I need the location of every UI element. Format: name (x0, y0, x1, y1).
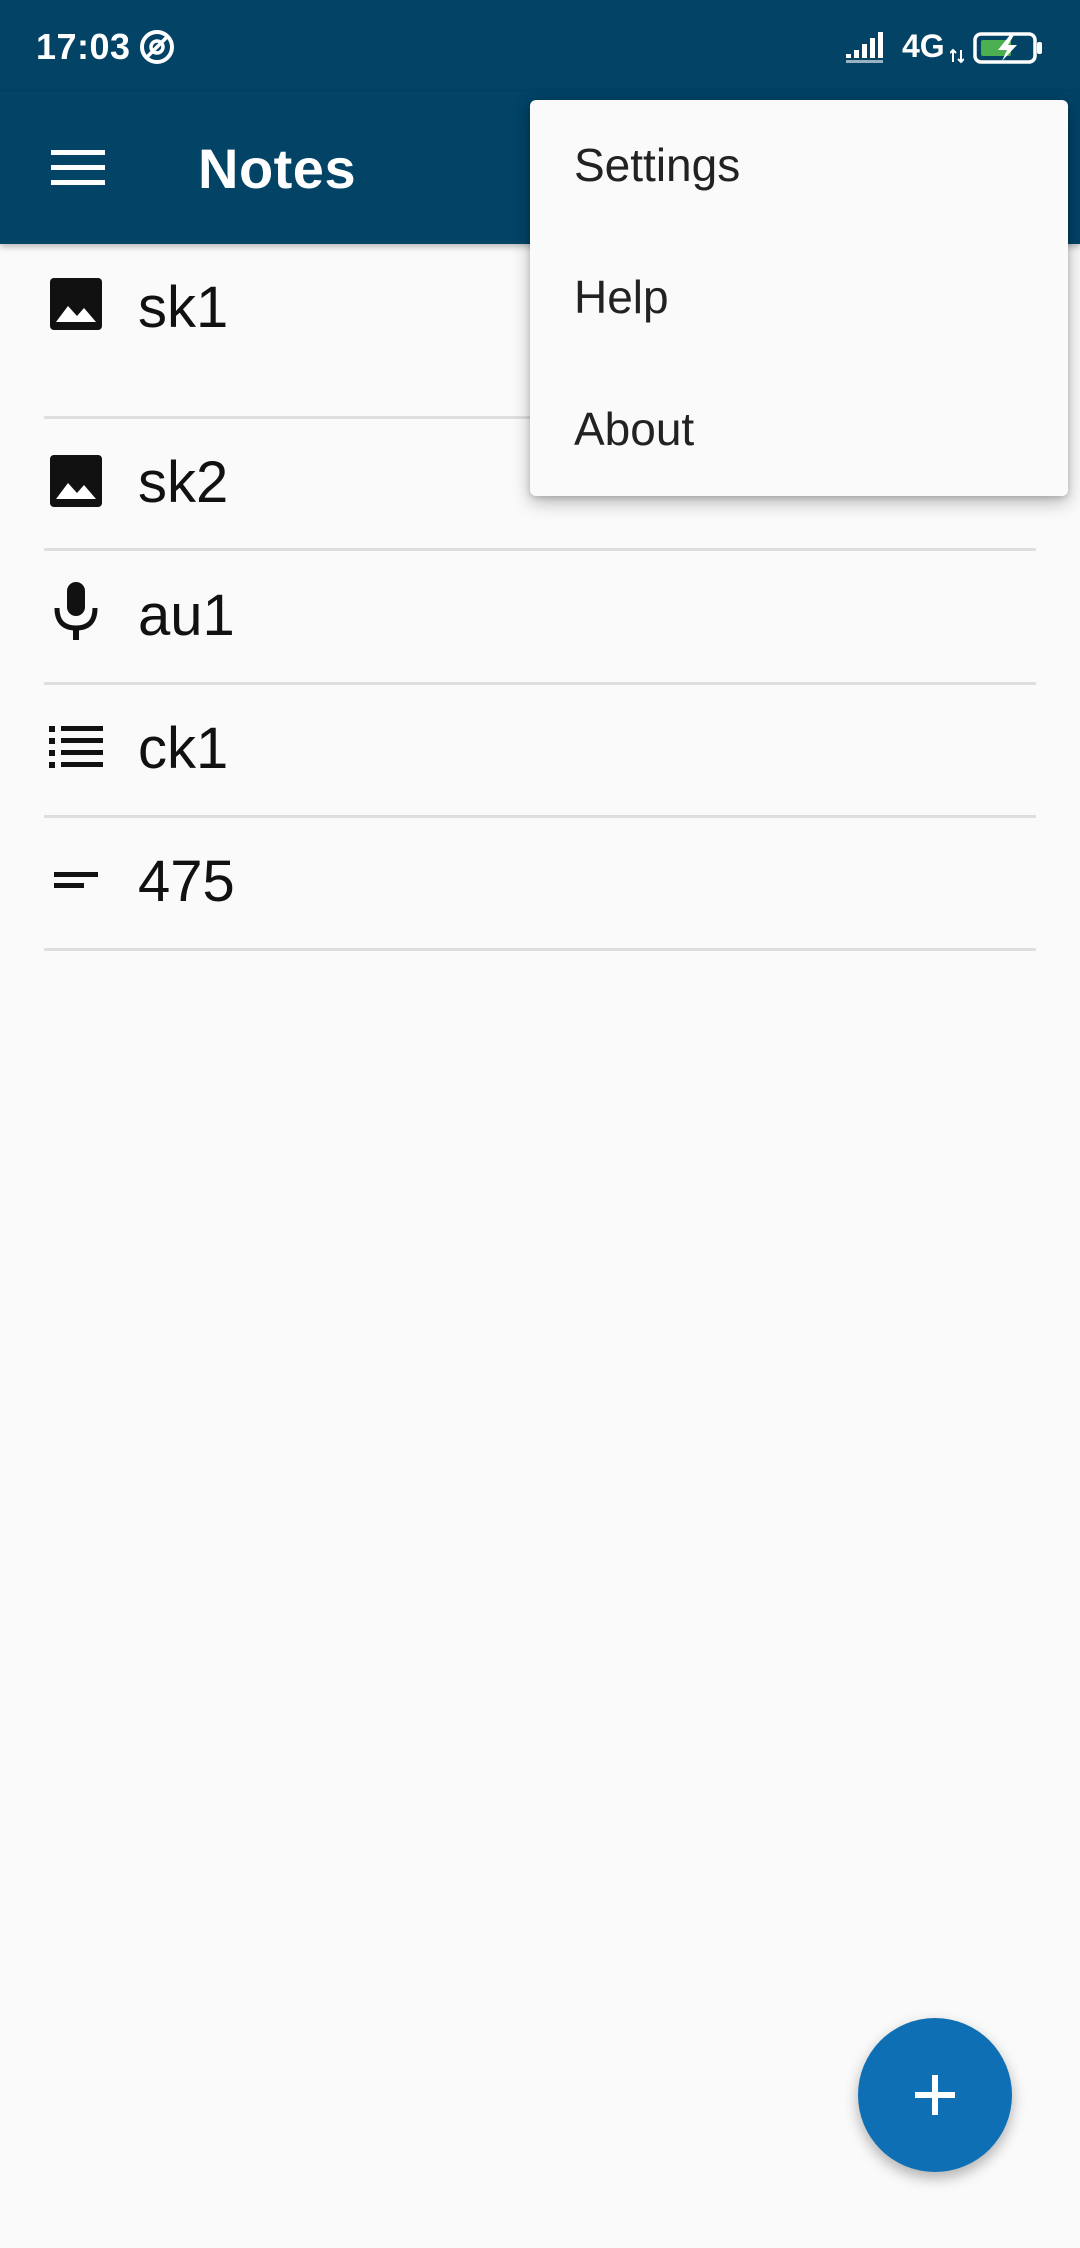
image-icon (48, 453, 104, 509)
note-item[interactable]: au1 (0, 552, 1080, 685)
page-title: Notes (198, 137, 357, 200)
note-title: sk2 (138, 450, 229, 515)
divider (44, 948, 1036, 951)
menu-item-settings[interactable]: Settings (530, 100, 1068, 232)
battery-charging-icon (973, 32, 1042, 64)
note-title: au1 (138, 583, 235, 648)
hamburger-menu-icon (51, 150, 105, 185)
image-icon (48, 276, 104, 332)
menu-item-about[interactable]: About (530, 364, 1068, 496)
text-note-icon (48, 852, 104, 908)
menu-item-label: Settings (574, 139, 741, 191)
menu-item-label: Help (574, 271, 669, 323)
screen: 17:03 4G Notes sk1 sk2 au1 ck1 475 Setti… (0, 0, 1080, 2248)
menu-item-help[interactable]: Help (530, 232, 1068, 364)
signal-icon (846, 32, 883, 63)
menu-item-label: About (574, 403, 695, 455)
data-activity-icon (950, 48, 964, 64)
overflow-menu: Settings Help About (530, 100, 1068, 496)
microphone-icon (48, 582, 104, 640)
status-bar: 17:03 4G (0, 0, 1080, 92)
note-item[interactable]: 475 (0, 818, 1080, 951)
divider (44, 548, 1036, 551)
note-item[interactable]: ck1 (0, 685, 1080, 818)
navigation-menu-button[interactable] (30, 132, 126, 204)
note-title: ck1 (138, 716, 229, 781)
status-time: 17:03 (36, 26, 131, 67)
note-title: 475 (138, 849, 235, 914)
do-not-disturb-icon (140, 30, 174, 64)
network-type: 4G (902, 28, 945, 64)
checklist-icon (48, 719, 104, 775)
add-note-button[interactable] (858, 2018, 1012, 2172)
note-title: sk1 (138, 275, 229, 340)
plus-icon (915, 2075, 955, 2115)
